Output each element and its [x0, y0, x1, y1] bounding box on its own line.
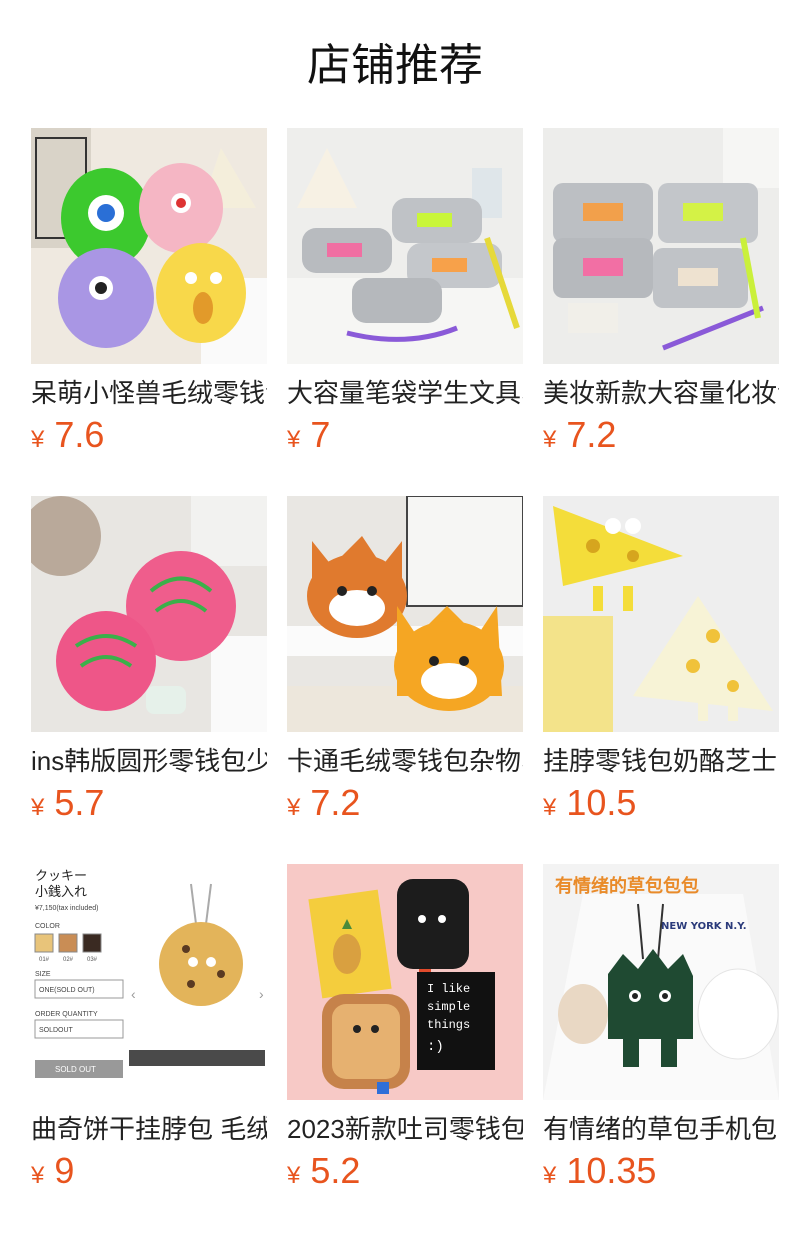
price-value: 7.6 — [54, 414, 105, 455]
product-name[interactable]: 曲奇饼干挂脖包 毛绒 — [31, 1112, 267, 1146]
image-banner: 有情绪的草包包包 — [555, 875, 699, 897]
swatch-label: 01# — [39, 957, 50, 963]
image-size-value: ONE(SOLD OUT) — [39, 987, 95, 994]
product-image-silver-makeup-bag[interactable] — [543, 128, 779, 364]
product-card[interactable]: 挂脖零钱包奶酪芝士 ¥10.5 — [543, 496, 779, 826]
product-card[interactable]: 卡通毛绒零钱包杂物收纳 ¥7.2 — [287, 496, 523, 826]
product-image-pink-round-coin-purse[interactable] — [31, 496, 267, 732]
product-price: ¥7 — [287, 412, 330, 458]
product-price: ¥5.2 — [287, 1148, 360, 1194]
currency-symbol: ¥ — [287, 794, 301, 821]
product-name[interactable]: 挂脖零钱包奶酪芝士 — [543, 744, 779, 778]
product-image-silver-pencil-case[interactable] — [287, 128, 523, 364]
product-name[interactable]: 呆萌小怪兽毛绒零钱包 — [31, 376, 267, 410]
page-title: 店铺推荐 — [307, 41, 483, 90]
product-card[interactable]: 呆萌小怪兽毛绒零钱包 ¥7.6 — [31, 128, 267, 458]
price-value: 7.2 — [566, 414, 617, 455]
product-price: ¥10.35 — [543, 1148, 656, 1194]
product-image-plush-monsters[interactable] — [31, 128, 267, 364]
image-title-line1: クッキー — [35, 868, 87, 883]
product-price: ¥9 — [31, 1148, 74, 1194]
price-value: 5.2 — [310, 1150, 361, 1191]
card-text: I like — [427, 982, 470, 996]
product-image-toast-coin-purse[interactable]: I like simple things :) — [287, 864, 523, 1100]
price-value: 5.7 — [54, 782, 105, 823]
svg-text:›: › — [259, 986, 264, 1002]
product-card[interactable]: クッキー 小銭入れ ¥7,150(tax included) COLOR 01#… — [31, 864, 267, 1194]
image-tax: ¥7,150(tax included) — [35, 905, 98, 912]
image-qty-value: SOLDOUT — [39, 1027, 74, 1034]
svg-text:things: things — [427, 1018, 470, 1032]
image-title-line2: 小銭入れ — [35, 884, 87, 899]
image-shirt-text: NEW YORK N.Y. — [661, 921, 747, 932]
price-value: 10.5 — [566, 782, 637, 823]
product-image-cookie-neck-bag[interactable]: クッキー 小銭入れ ¥7,150(tax included) COLOR 01#… — [31, 864, 267, 1100]
price-value: 9 — [54, 1150, 75, 1191]
product-name[interactable]: 有情绪的草包手机包 — [543, 1112, 779, 1146]
image-sold-out-button: SOLD OUT — [55, 1065, 96, 1074]
product-name[interactable]: 大容量笔袋学生文具收纳 — [287, 376, 523, 410]
product-price: ¥7.6 — [31, 412, 104, 458]
svg-text::): :) — [427, 1039, 444, 1055]
price-value: 7.2 — [310, 782, 361, 823]
product-name[interactable]: 卡通毛绒零钱包杂物收纳 — [287, 744, 523, 778]
currency-symbol: ¥ — [543, 1162, 557, 1189]
currency-symbol: ¥ — [287, 426, 301, 453]
currency-symbol: ¥ — [31, 794, 45, 821]
product-image-green-grass-phone-bag[interactable]: 有情绪的草包包包 NEW YORK N.Y. — [543, 864, 779, 1100]
currency-symbol: ¥ — [543, 426, 557, 453]
product-card[interactable]: 美妆新款大容量化妆包 ¥7.2 — [543, 128, 779, 458]
svg-text:simple: simple — [427, 1000, 470, 1014]
price-value: 10.35 — [566, 1150, 657, 1191]
product-card[interactable]: ins韩版圆形零钱包少女 ¥5.7 — [31, 496, 267, 826]
image-qty-label: ORDER QUANTITY — [35, 1011, 98, 1018]
currency-symbol: ¥ — [287, 1162, 301, 1189]
product-price: ¥7.2 — [287, 780, 360, 826]
swatch-label: 03# — [87, 957, 98, 963]
product-price: ¥5.7 — [31, 780, 104, 826]
product-card[interactable]: 有情绪的草包包包 NEW YORK N.Y. 有情绪的草包手机包 ¥10.35 — [543, 864, 779, 1194]
product-image-fox-plush-purse[interactable] — [287, 496, 523, 732]
swatch-label: 02# — [63, 957, 74, 963]
image-size-label: SIZE — [35, 971, 51, 978]
product-card[interactable]: 大容量笔袋学生文具收纳 ¥7 — [287, 128, 523, 458]
product-card[interactable]: I like simple things :) 2023新款吐司零钱包 ¥5.2 — [287, 864, 523, 1194]
product-price: ¥7.2 — [543, 412, 616, 458]
product-price: ¥10.5 — [543, 780, 636, 826]
svg-text:‹: ‹ — [131, 986, 136, 1002]
product-name[interactable]: 2023新款吐司零钱包 — [287, 1112, 523, 1146]
price-value: 7 — [310, 414, 331, 455]
product-image-cheese-purse[interactable] — [543, 496, 779, 732]
currency-symbol: ¥ — [543, 794, 557, 821]
currency-symbol: ¥ — [31, 426, 45, 453]
product-name[interactable]: 美妆新款大容量化妆包 — [543, 376, 779, 410]
currency-symbol: ¥ — [31, 1162, 45, 1189]
image-color-label: COLOR — [35, 923, 60, 930]
product-name[interactable]: ins韩版圆形零钱包少女 — [31, 744, 267, 778]
